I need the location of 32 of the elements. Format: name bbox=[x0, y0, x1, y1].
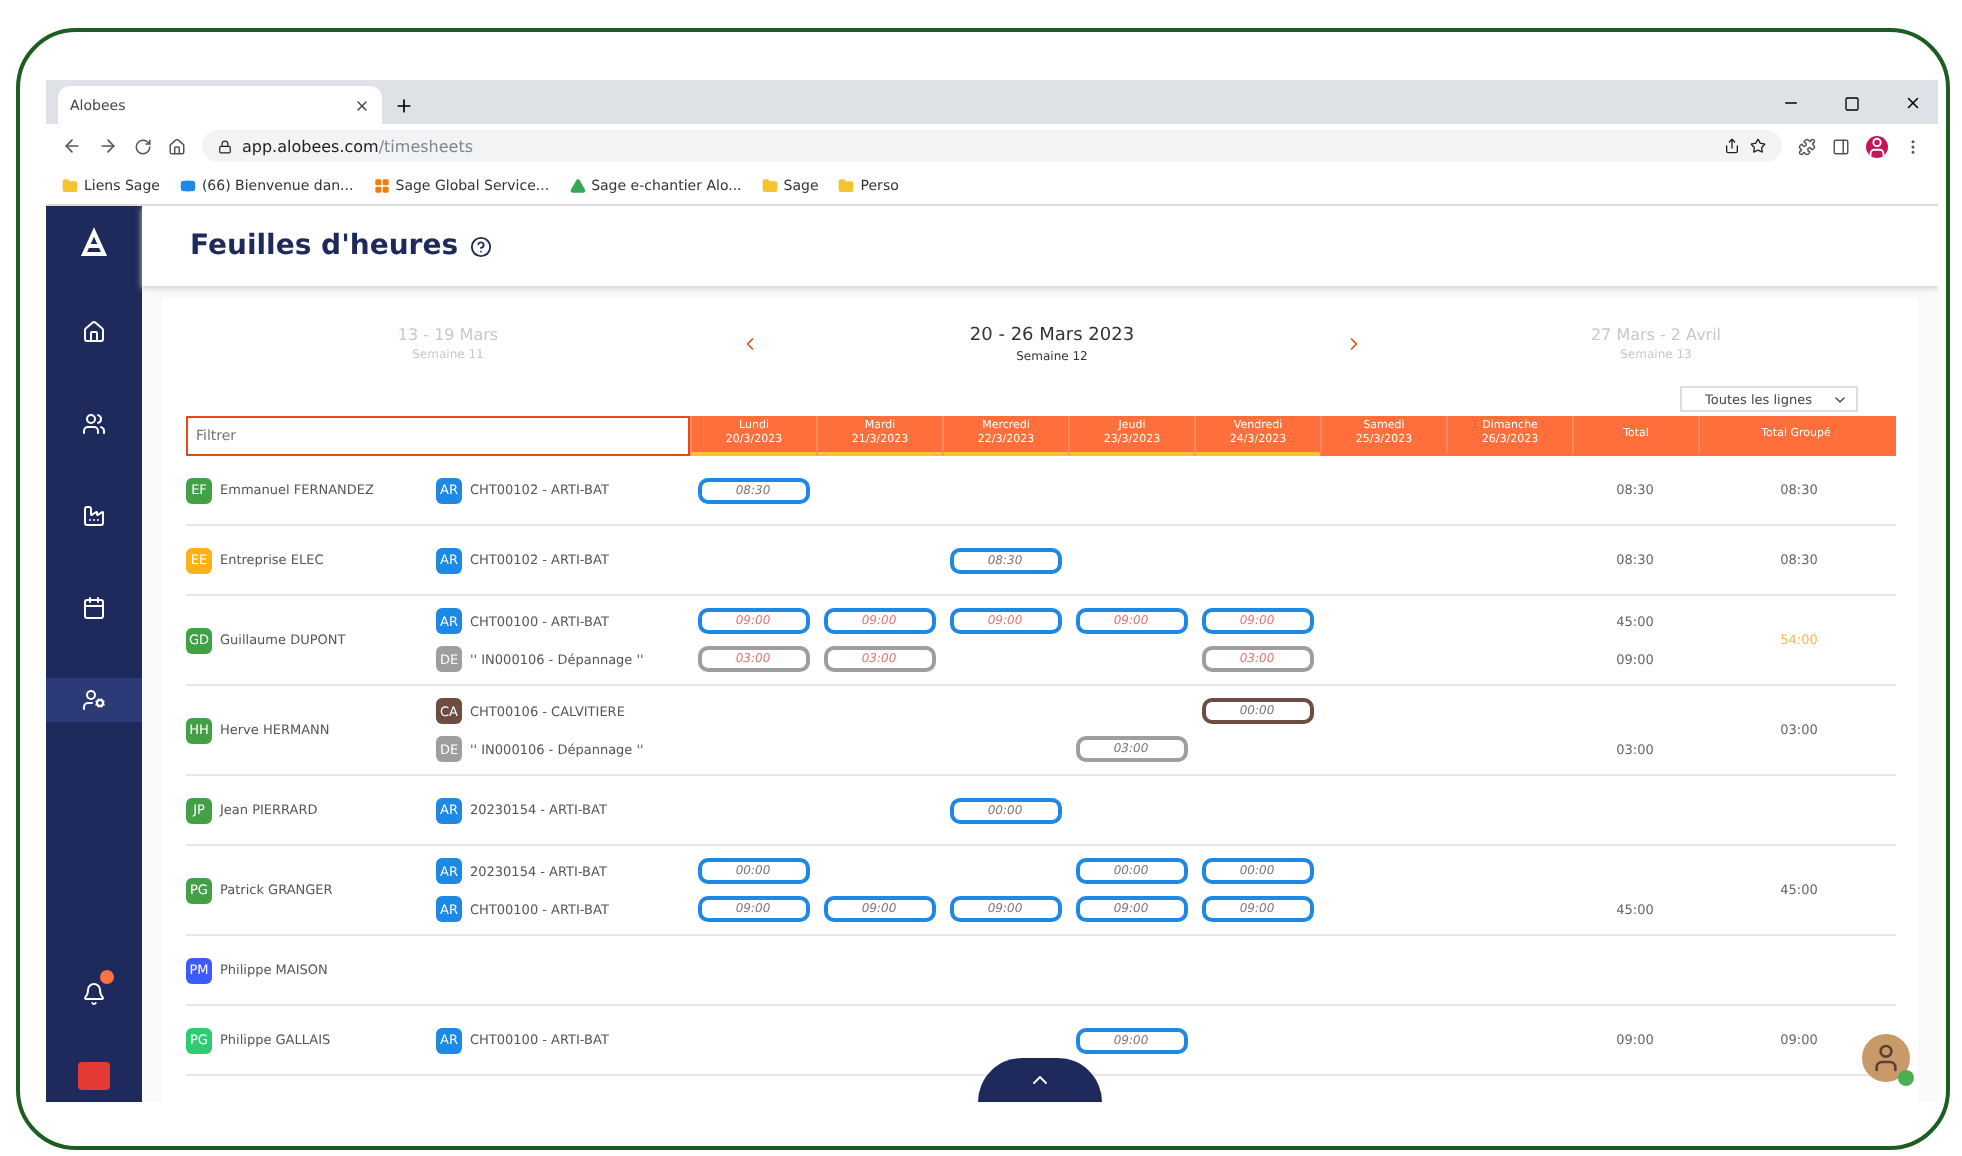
video-icon bbox=[179, 178, 196, 194]
folder-icon bbox=[838, 178, 855, 194]
new-tab-icon[interactable] bbox=[394, 96, 414, 116]
home-icon bbox=[82, 320, 106, 344]
online-dot bbox=[1898, 1070, 1914, 1086]
calendar-icon bbox=[82, 596, 106, 620]
lock-icon bbox=[218, 139, 232, 153]
logo-icon bbox=[76, 226, 112, 262]
close-icon[interactable] bbox=[354, 97, 370, 113]
sidebar-item[interactable] bbox=[46, 678, 142, 722]
star-icon[interactable] bbox=[1750, 138, 1766, 154]
factory-icon bbox=[82, 504, 106, 528]
share-icon[interactable] bbox=[1724, 138, 1740, 154]
side-panel-icon[interactable] bbox=[1832, 137, 1850, 155]
reload-icon[interactable] bbox=[134, 137, 152, 155]
grid-icon bbox=[373, 178, 390, 194]
close-icon[interactable] bbox=[1904, 94, 1922, 112]
folder-icon bbox=[62, 178, 78, 194]
triangle-icon bbox=[569, 178, 586, 194]
page-title: Feuilles d'heures bbox=[190, 230, 459, 262]
help-icon[interactable] bbox=[470, 235, 493, 257]
folder-icon bbox=[761, 178, 778, 194]
maximize-icon[interactable] bbox=[1844, 96, 1860, 112]
back-icon[interactable] bbox=[62, 136, 82, 156]
home-icon[interactable] bbox=[168, 137, 186, 155]
person-silhouette-icon bbox=[1870, 1042, 1902, 1074]
address-bar[interactable]: app.alobees.com/timesheets bbox=[202, 130, 1782, 162]
forward-icon[interactable] bbox=[98, 136, 118, 156]
profile-icon[interactable] bbox=[1866, 135, 1888, 157]
extensions-icon[interactable] bbox=[1798, 137, 1816, 155]
people-icon bbox=[82, 412, 106, 436]
user-settings-icon bbox=[82, 688, 106, 712]
